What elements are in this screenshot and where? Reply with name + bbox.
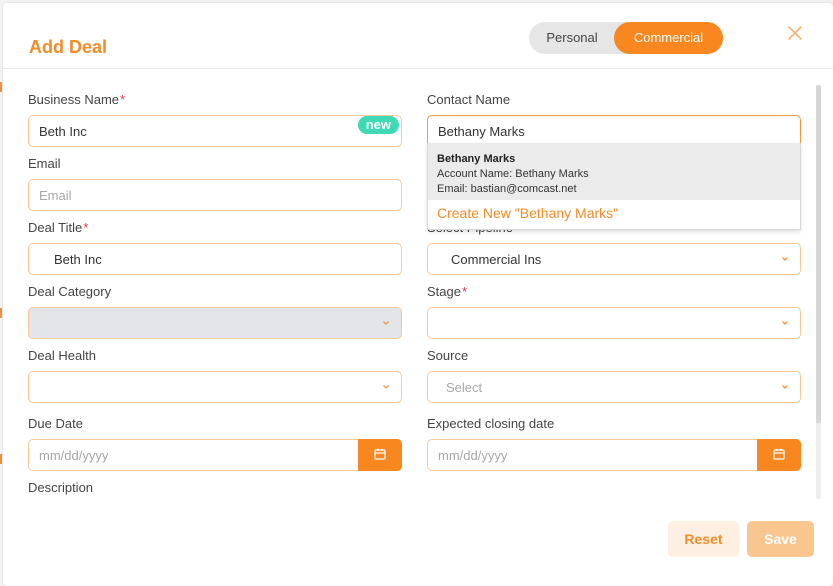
form-scrollbar[interactable] [816, 85, 821, 499]
email-label: Email [28, 156, 61, 171]
expected-closing-date-input[interactable]: mm/dd/yyyy [427, 439, 801, 471]
select-pipeline-select[interactable]: Commercial Ins [427, 243, 801, 275]
due-date-placeholder: mm/dd/yyyy [39, 448, 109, 463]
deal-type-toggle: Personal Commercial [529, 22, 723, 54]
deal-title-value: Beth Inc [54, 252, 102, 267]
suggestion-email: Email: bastian@comcast.net [437, 183, 577, 195]
scrollbar-thumb[interactable] [816, 85, 821, 423]
deal-title-input[interactable]: Beth Inc [28, 243, 402, 275]
deal-category-select[interactable] [28, 307, 402, 339]
email-placeholder: Email [39, 188, 72, 203]
closing-date-calendar-button[interactable] [757, 439, 801, 471]
expected-closing-date-placeholder: mm/dd/yyyy [438, 448, 508, 463]
calendar-icon [374, 448, 386, 460]
deal-category-label: Deal Category [28, 284, 112, 299]
save-button[interactable]: Save [747, 521, 814, 557]
chevron-down-icon [383, 321, 389, 325]
due-date-input[interactable]: mm/dd/yyyy [28, 439, 402, 471]
reset-button[interactable]: Reset [668, 521, 739, 557]
due-date-label: Due Date [28, 416, 83, 431]
contact-name-label: Contact Name [427, 92, 511, 107]
close-icon[interactable] [787, 25, 803, 41]
source-select[interactable]: Select [427, 371, 801, 403]
email-input[interactable]: Email [28, 179, 402, 211]
contact-name-value: Bethany Marks [438, 124, 525, 139]
modal-body: Business Name* Beth Inc new Email Email … [3, 70, 815, 500]
deal-health-label: Deal Health [28, 348, 96, 363]
source-label: Source [427, 348, 469, 363]
new-badge: new [357, 116, 399, 134]
add-deal-modal: Add Deal Personal Commercial Business Na… [3, 3, 833, 586]
toggle-personal[interactable]: Personal [529, 22, 615, 54]
chevron-down-icon [383, 385, 389, 389]
source-placeholder: Select [446, 380, 483, 395]
business-name-label: Business Name* [28, 92, 126, 107]
business-name-input[interactable]: Beth Inc new [28, 115, 402, 147]
create-new-contact-link[interactable]: Create New "Bethany Marks" [437, 205, 618, 221]
expected-closing-date-label: Expected closing date [427, 416, 555, 431]
suggestion-account-name: Account Name: Bethany Marks [437, 168, 589, 180]
chevron-down-icon [782, 257, 788, 261]
modal-title: Add Deal [29, 37, 108, 57]
business-name-value: Beth Inc [39, 124, 87, 139]
calendar-icon [773, 448, 785, 460]
chevron-down-icon [782, 385, 788, 389]
chevron-down-icon [782, 321, 788, 325]
deal-health-select[interactable] [28, 371, 402, 403]
suggestion-contact-name: Bethany Marks [437, 153, 516, 165]
stage-select[interactable] [427, 307, 801, 339]
description-label: Description [28, 480, 94, 495]
select-pipeline-value: Commercial Ins [451, 252, 542, 267]
toggle-commercial[interactable]: Commercial [614, 22, 723, 54]
modal-header: Add Deal Personal Commercial [3, 3, 833, 69]
contact-suggestions-dropdown: Bethany Marks Account Name: Bethany Mark… [427, 143, 801, 230]
contact-suggestion-item[interactable]: Bethany Marks Account Name: Bethany Mark… [428, 143, 800, 200]
stage-label: Stage* [427, 284, 468, 299]
deal-title-label: Deal Title* [28, 220, 89, 235]
due-date-calendar-button[interactable] [358, 439, 402, 471]
